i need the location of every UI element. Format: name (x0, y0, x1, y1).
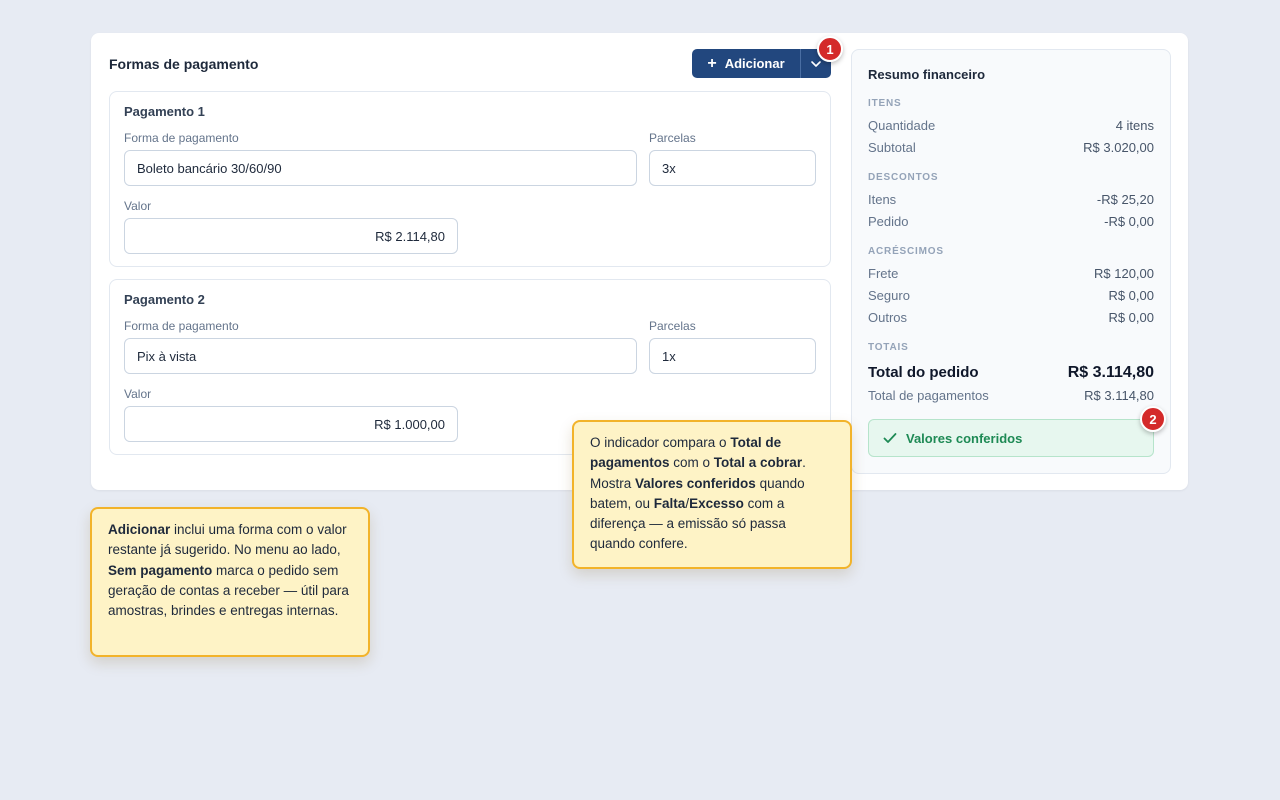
method-label: Forma de pagamento (124, 319, 239, 333)
note-bold: Valores conferidos (635, 475, 756, 491)
callout-badge-2: 2 (1140, 406, 1166, 432)
installments-input[interactable]: 1x (649, 338, 816, 374)
row-label: Frete (868, 266, 899, 281)
row-value: R$ 120,00 (1094, 266, 1154, 281)
installments-label: Parcelas (649, 319, 696, 333)
group-totals-heading: TOTAIS (868, 342, 909, 353)
callout-note-status: O indicador compara o Total de pagamento… (572, 420, 852, 569)
installments-input[interactable]: 3x (649, 150, 816, 186)
row-label: Itens (868, 192, 897, 207)
row-label: Outros (868, 310, 908, 325)
chevron-down-icon (811, 60, 821, 67)
method-label: Forma de pagamento (124, 131, 239, 145)
callout-note-add: Adicionar inclui uma forma com o valor r… (90, 507, 370, 657)
row-label: Subtotal (868, 140, 916, 155)
note-bold: Excesso (689, 495, 744, 511)
amount-label: Valor (124, 199, 152, 213)
summary-row-insurance: Seguro R$ 0,00 (868, 288, 1154, 303)
payment-method-select[interactable]: Boleto bancário 30/60/90 (124, 150, 637, 186)
check-icon (883, 433, 897, 443)
amount-input[interactable]: R$ 2.114,80 (124, 218, 458, 254)
add-payment-button[interactable]: + Adicionar (692, 49, 800, 78)
payment-status-indicator: Valores conferidos (868, 419, 1154, 457)
callout-badge-1: 1 (817, 36, 843, 62)
row-label: Total de pagamentos (868, 388, 989, 403)
group-discounts-heading: DESCONTOS (868, 172, 939, 183)
summary-row-discount-items: Itens -R$ 25,20 (868, 192, 1154, 207)
installments-label: Parcelas (649, 131, 696, 145)
payment-method-select[interactable]: Pix à vista (124, 338, 637, 374)
payment-title: Pagamento 2 (124, 292, 205, 307)
plus-icon: + (707, 54, 717, 72)
summary-row-others: Outros R$ 0,00 (868, 310, 1154, 325)
group-items-heading: ITENS (868, 98, 902, 109)
summary-row-freight: Frete R$ 120,00 (868, 266, 1154, 281)
amount-label: Valor (124, 387, 152, 401)
note-bold: Falta (653, 495, 686, 511)
row-value: -R$ 25,20 (1096, 192, 1154, 207)
note-bold: Total a cobrar (713, 455, 803, 471)
payment-card-1: Pagamento 1 Forma de pagamento Boleto ba… (109, 91, 831, 267)
summary-row-quantity: Quantidade 4 itens (868, 118, 1154, 133)
note-bold: Adicionar (108, 522, 171, 537)
row-value: R$ 3.114,80 (1067, 364, 1154, 381)
row-value: 4 itens (1115, 118, 1154, 133)
status-label: Valores conferidos (906, 430, 1023, 446)
note-text: O indicador compara o (590, 435, 731, 450)
summary-row-payments-total: Total de pagamentos R$ 3.114,80 (868, 388, 1154, 403)
note-text: com o (669, 455, 714, 471)
summary-row-discount-order: Pedido -R$ 0,00 (868, 214, 1154, 229)
section-title: Formas de pagamento (109, 56, 259, 72)
group-additions-heading: ACRÉSCIMOS (868, 246, 944, 257)
row-value: R$ 3.114,80 (1084, 388, 1154, 403)
row-value: R$ 0,00 (1108, 310, 1154, 325)
note-bold: Sem pagamento (108, 562, 213, 578)
row-label: Seguro (868, 288, 910, 303)
row-value: -R$ 0,00 (1104, 214, 1154, 229)
row-label: Pedido (868, 214, 909, 229)
add-payment-split-button: + Adicionar (692, 49, 831, 78)
row-value: R$ 3.020,00 (1083, 140, 1154, 155)
row-label: Quantidade (868, 118, 936, 133)
payment-title: Pagamento 1 (124, 104, 205, 119)
row-label: Total do pedido (868, 364, 979, 381)
summary-row-order-total: Total do pedido R$ 3.114,80 (868, 364, 1154, 382)
row-value: R$ 0,00 (1108, 288, 1154, 303)
add-payment-label: Adicionar (724, 56, 785, 71)
summary-row-subtotal: Subtotal R$ 3.020,00 (868, 140, 1154, 155)
summary-title: Resumo financeiro (868, 67, 986, 82)
financial-summary-panel: Resumo financeiro ITENS Quantidade 4 ite… (851, 49, 1171, 474)
amount-input[interactable]: R$ 1.000,00 (124, 406, 458, 442)
